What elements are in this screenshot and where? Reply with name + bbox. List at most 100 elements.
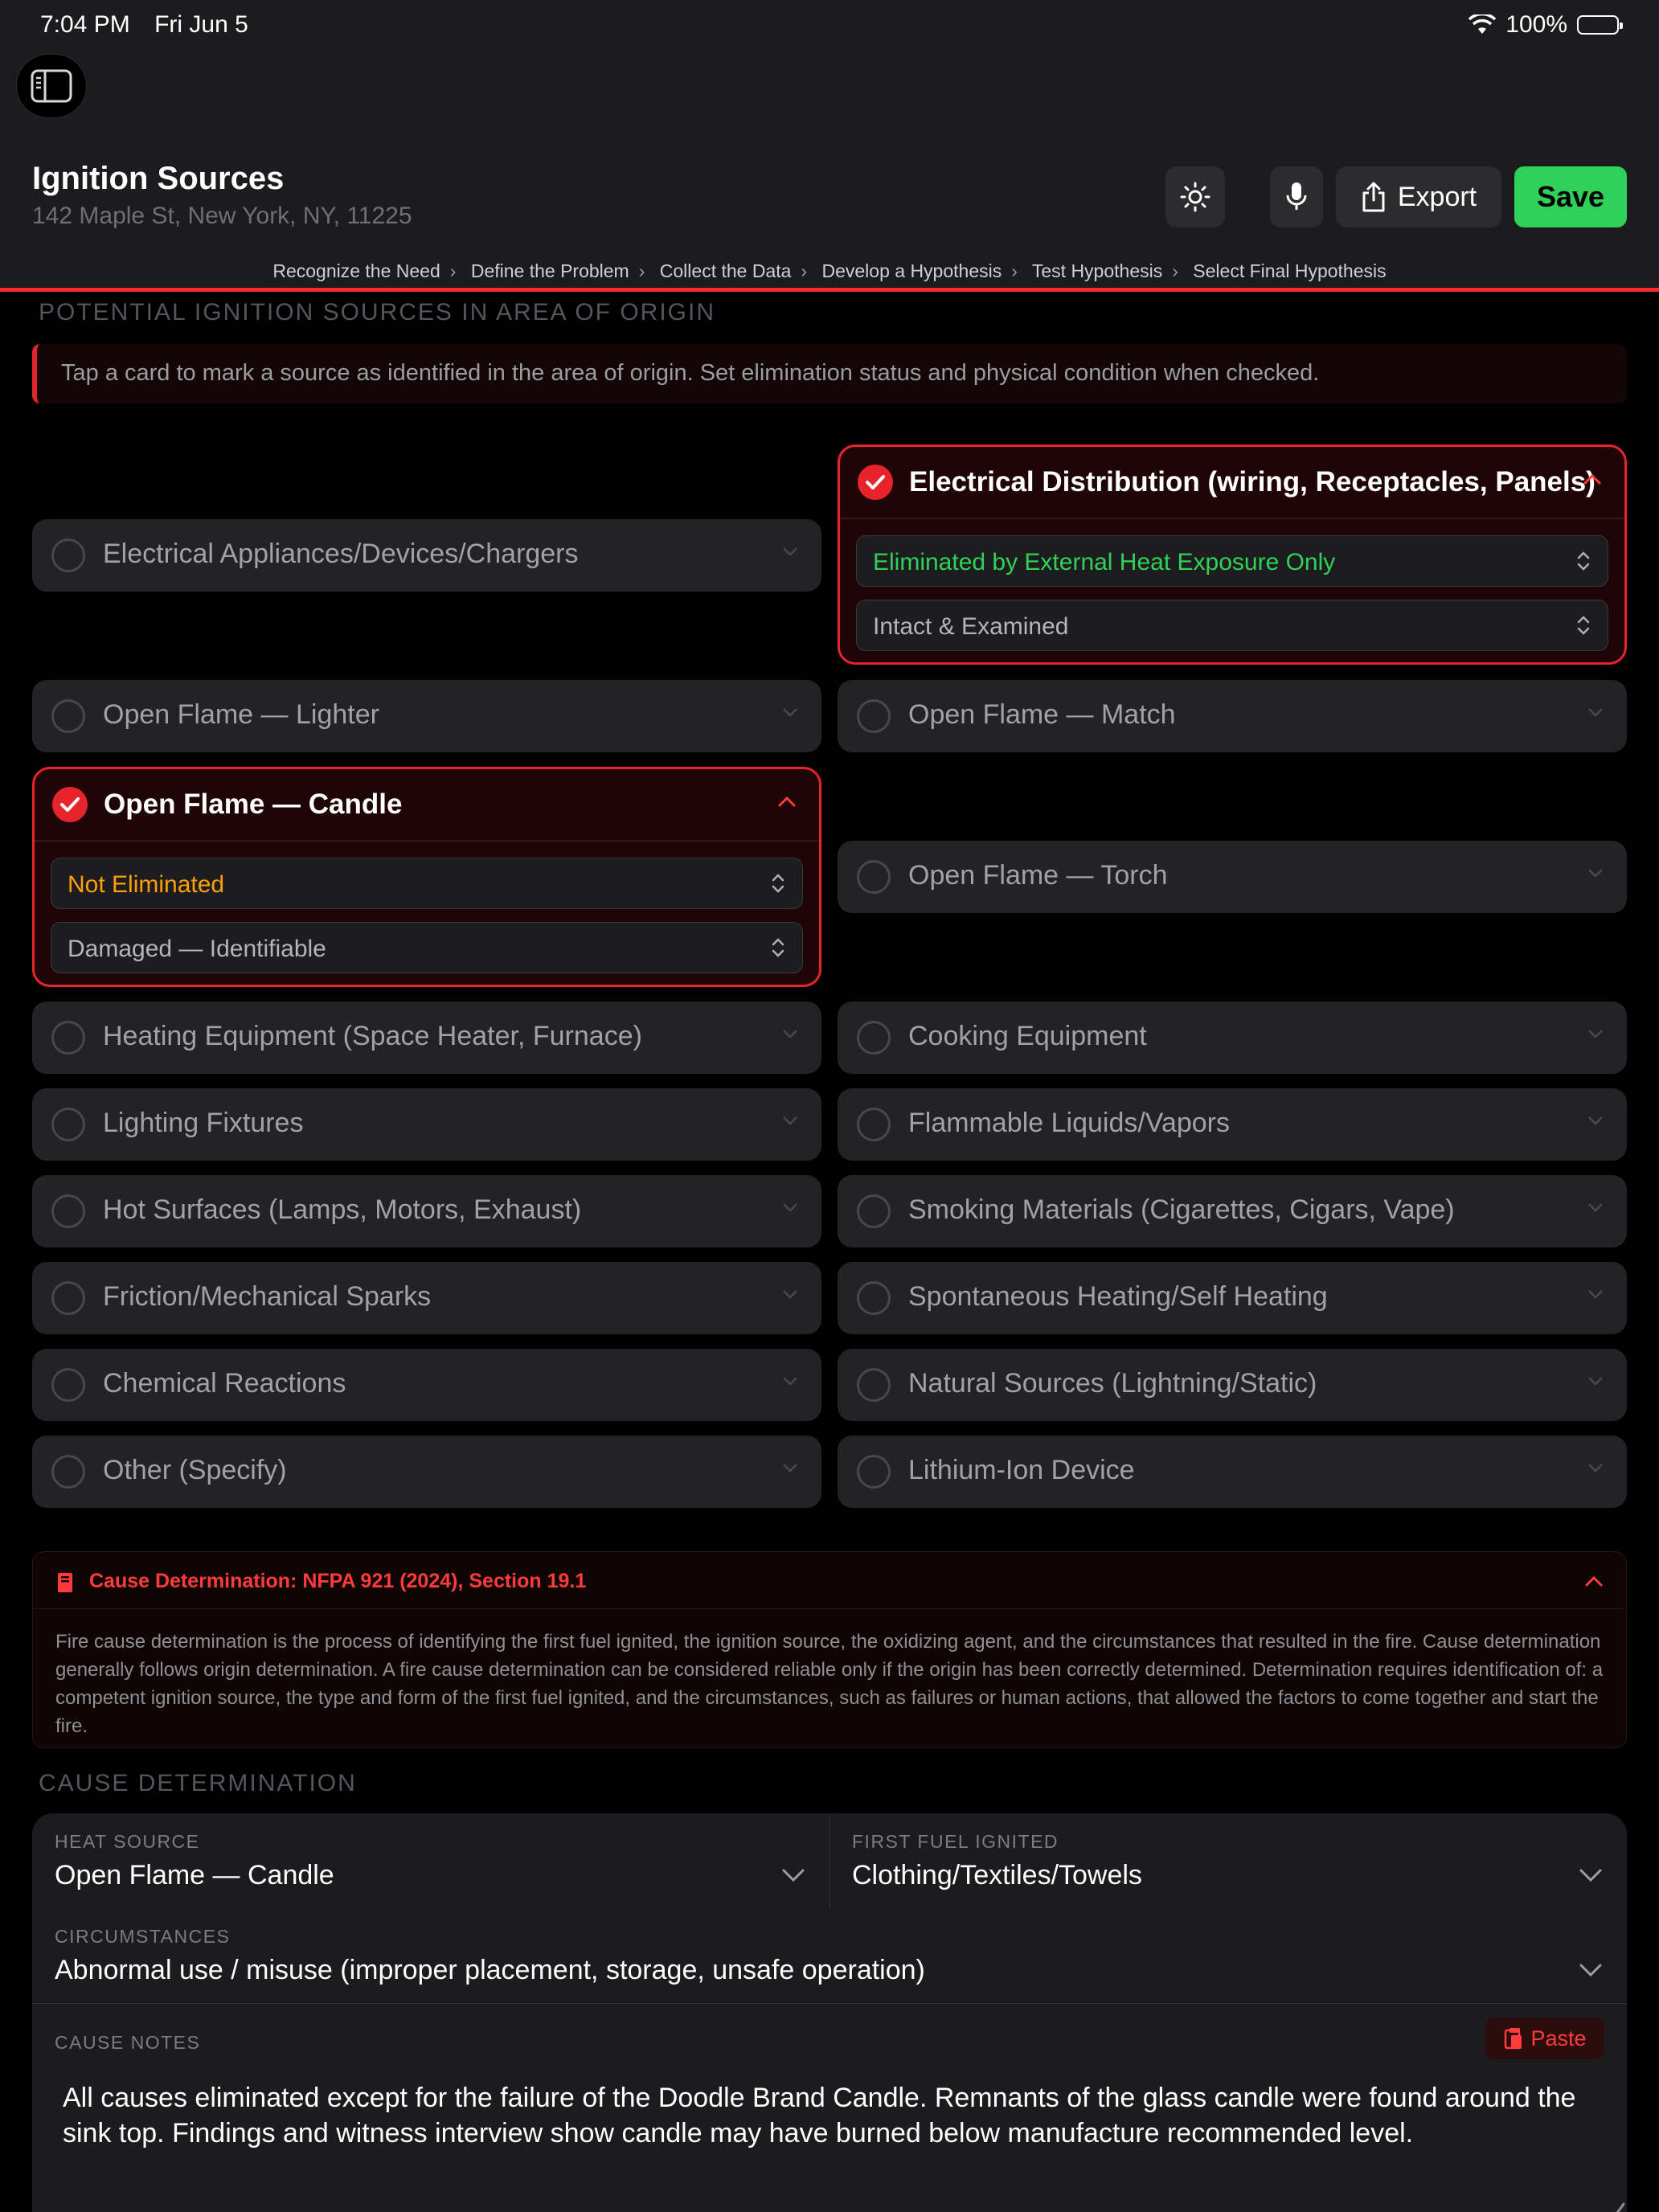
source-label: Spontaneous Heating/Self Heating [908,1281,1328,1312]
physical-condition-select[interactable]: Damaged — Identifiable [51,922,803,973]
chevron-down-icon [783,1116,797,1125]
unchecked-circle-icon[interactable] [51,699,85,733]
chevron-down-icon[interactable] [1579,1963,1603,1977]
source-label: Open Flame — Lighter [103,699,379,730]
source-card-spontaneous-heating[interactable]: Spontaneous Heating/Self Heating [838,1262,1627,1334]
reference-divider [33,1608,1626,1609]
chevron-down-icon [783,1290,797,1299]
source-card-lithium-ion[interactable]: Lithium-Ion Device [838,1436,1627,1508]
cause-notes-textarea[interactable]: All causes eliminated except for the fai… [63,2080,1595,2151]
source-card-electrical-distribution[interactable]: Electrical Distribution (wiring, Recepta… [838,444,1627,665]
source-label: Other (Specify) [103,1455,287,1485]
source-card-chemical-reactions[interactable]: Chemical Reactions [32,1349,821,1421]
chevron-down-icon [1588,1464,1603,1473]
sidebar-toggle-button[interactable] [16,54,87,118]
export-button[interactable]: Export [1336,166,1501,227]
section-heading-cause-determination: CAUSE DETERMINATION [39,1770,357,1796]
source-label: Open Flame — Match [908,699,1176,730]
unchecked-circle-icon[interactable] [857,1368,891,1402]
source-card-open-flame-candle[interactable]: Open Flame — Candle Not Eliminated Damag… [32,767,821,987]
unchecked-circle-icon[interactable] [51,1194,85,1228]
chevron-down-icon [1588,869,1603,878]
elimination-status-select[interactable]: Eliminated by External Heat Exposure Onl… [856,535,1608,587]
reference-body: Fire cause determination is the process … [55,1631,1604,1737]
breadcrumb-step-test[interactable]: Test Hypothesis [1032,260,1162,281]
cause-notes-label: CAUSE NOTES [55,2032,201,2053]
source-card-heating-equipment[interactable]: Heating Equipment (Space Heater, Furnace… [32,1002,821,1074]
source-card-friction-sparks[interactable]: Friction/Mechanical Sparks [32,1262,821,1334]
unchecked-circle-icon[interactable] [857,1021,891,1055]
unchecked-circle-icon[interactable] [51,539,85,572]
instruction-banner: Tap a card to mark a source as identifie… [32,344,1627,403]
status-time: 7:04 PM [40,11,130,38]
sidebar-icon [31,69,72,103]
nfpa-reference-panel[interactable]: Cause Determination: NFPA 921 (2024), Se… [32,1551,1627,1748]
elimination-status-value: Not Eliminated [68,871,225,898]
page-title: Ignition Sources [32,161,285,196]
unchecked-circle-icon[interactable] [857,1108,891,1141]
chevron-up-icon[interactable] [777,795,797,808]
unchecked-circle-icon[interactable] [51,1368,85,1402]
unchecked-circle-icon[interactable] [51,1281,85,1315]
save-button[interactable]: Save [1514,166,1627,227]
up-down-chevron-icon [1577,551,1590,571]
unchecked-circle-icon[interactable] [857,1194,891,1228]
source-card-lighting-fixtures[interactable]: Lighting Fixtures [32,1088,821,1161]
unchecked-circle-icon[interactable] [857,860,891,894]
card-divider [840,518,1624,519]
source-card-flammable-liquids[interactable]: Flammable Liquids/Vapors [838,1088,1627,1161]
chevron-down-icon [1588,1290,1603,1299]
paste-label: Paste [1530,2026,1587,2050]
breadcrumb-step-hypothesis[interactable]: Develop a Hypothesis [821,260,1002,281]
clipboard-icon [1505,2028,1522,2050]
source-card-natural-sources[interactable]: Natural Sources (Lightning/Static) [838,1349,1627,1421]
cause-determination-panel: HEAT SOURCE Open Flame — Candle FIRST FU… [32,1813,1627,2212]
source-card-smoking-materials[interactable]: Smoking Materials (Cigarettes, Cigars, V… [838,1175,1627,1247]
chevron-down-icon [783,547,797,556]
section-divider [32,2003,1627,2004]
battery-icon [1577,15,1623,35]
source-label: Lithium-Ion Device [908,1455,1135,1485]
unchecked-circle-icon[interactable] [51,1108,85,1141]
physical-condition-select[interactable]: Intact & Examined [856,600,1608,651]
source-label: Electrical Appliances/Devices/Chargers [103,539,579,569]
checkmark-icon[interactable] [52,787,88,822]
breadcrumb-step-select-final[interactable]: Select Final Hypothesis [1193,260,1386,281]
theme-toggle-button[interactable] [1165,166,1225,227]
dictation-button[interactable] [1270,166,1323,227]
source-label: Cooking Equipment [908,1021,1147,1051]
source-card-cooking-equipment[interactable]: Cooking Equipment [838,1002,1627,1074]
circumstances-value[interactable]: Abnormal use / misuse (improper placemen… [55,1955,925,1986]
chevron-up-icon[interactable] [1583,473,1602,485]
unchecked-circle-icon[interactable] [857,1455,891,1489]
unchecked-circle-icon[interactable] [51,1455,85,1489]
breadcrumb-step-collect[interactable]: Collect the Data [660,260,792,281]
chevron-down-icon[interactable] [781,1868,805,1882]
first-fuel-value[interactable]: Clothing/Textiles/Towels [852,1860,1142,1891]
unchecked-circle-icon[interactable] [51,1021,85,1055]
elimination-status-select[interactable]: Not Eliminated [51,858,803,909]
breadcrumb-step-recognize[interactable]: Recognize the Need [272,260,440,281]
chevron-down-icon [1588,1030,1603,1038]
resize-handle-icon[interactable] [1579,2183,1627,2212]
battery-percent: 100% [1505,11,1567,38]
share-icon [1362,182,1385,212]
source-label: Friction/Mechanical Sparks [103,1281,432,1312]
checkmark-icon[interactable] [858,465,893,500]
breadcrumb: Recognize the Need › Define the Problem › … [272,260,1387,281]
source-card-open-flame-torch[interactable]: Open Flame — Torch [838,841,1627,913]
source-label: Hot Surfaces (Lamps, Motors, Exhaust) [103,1194,582,1225]
source-card-hot-surfaces[interactable]: Hot Surfaces (Lamps, Motors, Exhaust) [32,1175,821,1247]
heat-source-value[interactable]: Open Flame — Candle [55,1860,334,1891]
chevron-down-icon[interactable] [1579,1868,1603,1882]
source-card-open-flame-lighter[interactable]: Open Flame — Lighter [32,680,821,752]
unchecked-circle-icon[interactable] [857,699,891,733]
source-label: Flammable Liquids/Vapors [908,1108,1230,1138]
source-card-other[interactable]: Other (Specify) [32,1436,821,1508]
source-card-electrical-appliances[interactable]: Electrical Appliances/Devices/Chargers [32,519,821,592]
unchecked-circle-icon[interactable] [857,1281,891,1315]
chevron-up-icon[interactable] [1584,1575,1604,1587]
source-card-open-flame-match[interactable]: Open Flame — Match [838,680,1627,752]
paste-button[interactable]: Paste [1485,2017,1604,2059]
breadcrumb-step-define[interactable]: Define the Problem [471,260,629,281]
